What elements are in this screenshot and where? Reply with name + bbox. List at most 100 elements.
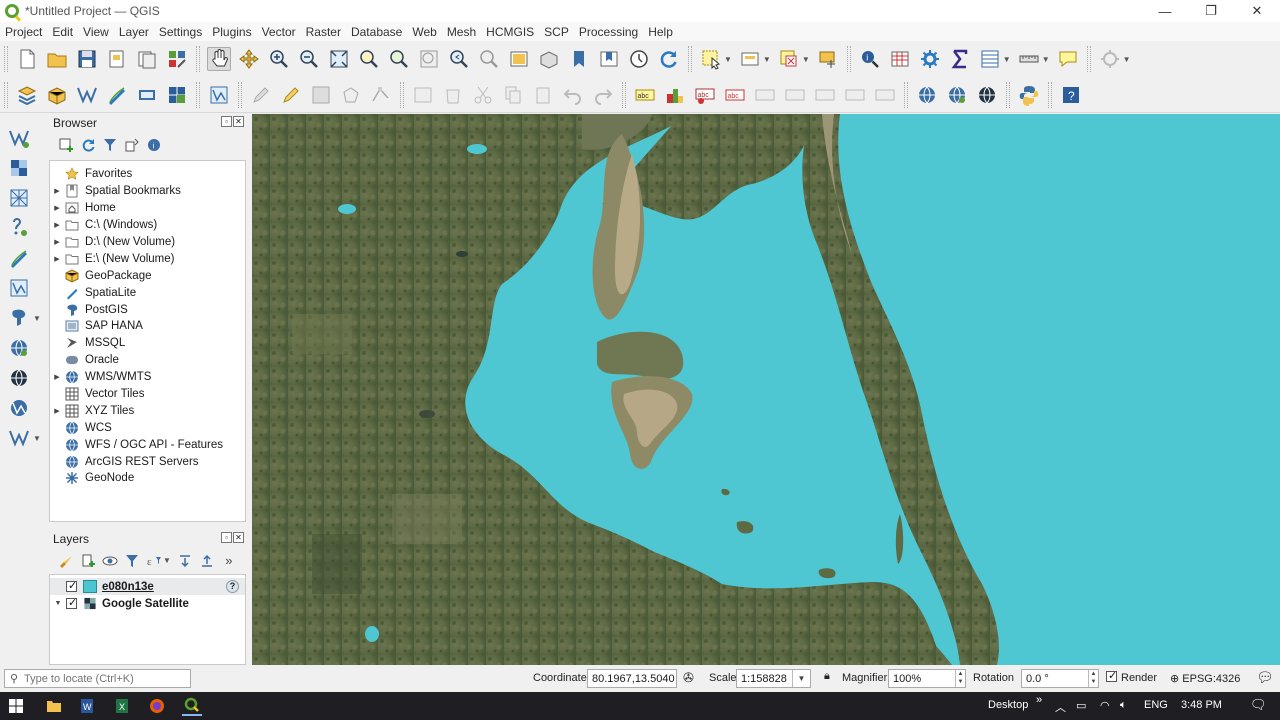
pan-to-selection-icon[interactable] [237,47,261,71]
tree-arrow[interactable]: ▶ [50,255,64,263]
crs-button[interactable]: ⊕ EPSG:4326 [1170,672,1240,685]
refresh-icon[interactable] [657,47,681,71]
add-postgis-icon[interactable] [7,306,31,330]
toggle-extents-icon[interactable]: ✇ [683,670,694,686]
browser-item-home[interactable]: ▶ Home [50,200,245,217]
show-hidden-icons-icon[interactable]: ︿ [1055,699,1066,715]
add-mesh-icon[interactable] [7,186,31,210]
filter-by-expression-icon[interactable]: ε [145,552,163,570]
add-selected-layers-icon[interactable] [57,136,75,154]
chevron-down-icon[interactable]: ▼ [724,55,732,64]
add-delimited-text-icon[interactable] [7,216,31,240]
zoom-next-icon[interactable] [477,47,501,71]
new-bookmark-icon[interactable] [567,47,591,71]
new-geopackage-icon[interactable] [7,126,31,150]
chevron-down-icon[interactable]: ▼ [1003,55,1011,64]
label-toolbar-icon[interactable]: abc [633,83,657,107]
menu-web[interactable]: Web [407,25,441,39]
locator-bar[interactable]: ⚲ [4,669,191,688]
style-manager-icon[interactable] [165,47,189,71]
tree-arrow[interactable]: ▶ [50,204,64,212]
help-icon[interactable]: ? [1059,83,1083,107]
zoom-out-icon[interactable] [297,47,321,71]
qgis-taskbar-icon[interactable] [182,696,202,716]
float-panel-icon[interactable]: ▫ [221,116,232,127]
zoom-native-icon[interactable] [417,47,441,71]
browser-item-spatial-bookmarks[interactable]: ▶ Spatial Bookmarks [50,183,245,200]
lock-icon[interactable]: 🔒︎ [824,670,830,683]
browser-item-c-drive[interactable]: ▶ C:\ (Windows) [50,217,245,234]
chevron-down-icon[interactable]: ▼ [763,55,771,64]
add-vector-tile-icon[interactable] [207,83,231,107]
zoom-to-layer-icon[interactable] [387,47,411,71]
new-project-icon[interactable] [15,47,39,71]
pin-labels-icon[interactable]: abc [723,83,747,107]
render-checkbox[interactable]: Render [1106,669,1157,684]
menu-help[interactable]: Help [643,25,678,39]
browser-item-xyz-tiles[interactable]: ▶ XYZ Tiles [50,402,245,419]
browser-item-wcs[interactable]: WCS [50,419,245,436]
browser-item-oracle[interactable]: Oracle [50,352,245,369]
open-project-icon[interactable] [45,47,69,71]
chevron-down-icon[interactable]: ▼ [792,670,810,687]
refresh-icon[interactable] [79,136,97,154]
modify-attributes-icon[interactable] [411,83,435,107]
toggle-editing-icon[interactable] [279,83,303,107]
close-icon[interactable]: ✕ [1234,0,1280,22]
new-shapefile-layer-icon[interactable] [105,83,129,107]
menu-processing[interactable]: Processing [574,25,643,39]
browser-item-wfs[interactable]: WFS / OGC API - Features [50,436,245,453]
chevron-down-icon[interactable]: ▼ [802,55,810,64]
open-field-calculator-icon[interactable] [978,47,1002,71]
move-label-icon[interactable] [783,83,807,107]
vertex-tool-icon[interactable] [369,83,393,107]
add-raster-icon[interactable] [7,156,31,180]
identify-icon[interactable]: i [858,47,882,71]
new-print-layout-icon[interactable] [105,47,129,71]
chevron-right-icon[interactable]: » [1036,694,1042,706]
chevron-down-icon[interactable]: ▼ [33,314,41,323]
deselect-features-icon[interactable] [777,47,801,71]
map-tips-icon[interactable] [1056,47,1080,71]
rotation-field[interactable]: 0.0 ° ▲ ▼ [1021,669,1099,688]
map-canvas[interactable] [252,114,1280,665]
firefox-icon[interactable] [147,696,167,716]
label-properties-icon[interactable] [873,83,897,107]
add-wms-icon[interactable] [7,336,31,360]
open-layer-styling-icon[interactable] [57,552,75,570]
python-console-icon[interactable] [1017,83,1041,107]
add-wfs-icon[interactable] [7,396,31,420]
menu-view[interactable]: View [78,25,114,39]
redo-icon[interactable] [591,83,615,107]
tree-arrow[interactable]: ▶ [50,373,64,381]
paste-features-icon[interactable] [531,83,555,107]
filter-icon[interactable] [101,136,119,154]
layer-name[interactable]: Google Satellite [102,598,189,610]
collapse-all-icon[interactable] [123,136,141,154]
statistics-sigma-icon[interactable] [948,47,972,71]
file-explorer-icon[interactable] [44,696,64,716]
identify-features-icon[interactable] [816,47,840,71]
select-features-icon[interactable] [699,47,723,71]
add-vector-layer-icon[interactable] [45,83,69,107]
menu-mesh[interactable]: Mesh [442,25,481,39]
zoom-last-icon[interactable] [447,47,471,71]
tree-arrow[interactable]: ▶ [50,221,64,229]
copy-features-icon[interactable] [501,83,525,107]
menu-scp[interactable]: SCP [539,25,574,39]
excel-icon[interactable]: X [112,696,132,716]
chevron-down-icon[interactable]: ▼ [33,434,41,443]
menu-raster[interactable]: Raster [301,25,346,39]
spinner-icon[interactable]: ▲ ▼ [1088,670,1098,687]
zoom-in-icon[interactable] [267,47,291,71]
zoom-full-icon[interactable] [327,47,351,71]
tree-arrow[interactable]: ▶ [50,238,64,246]
browser-item-geonode[interactable]: GeoNode [50,470,245,487]
add-spatialite-icon[interactable] [7,246,31,270]
tree-arrow[interactable]: ▶ [50,407,64,415]
scale-field[interactable]: 1:158828 ▼ [736,669,811,688]
collapse-all-icon[interactable] [198,552,216,570]
browser-item-mssql[interactable]: MSSQL [50,335,245,352]
tree-arrow[interactable]: ▶ [50,187,64,195]
cut-features-icon[interactable] [471,83,495,107]
